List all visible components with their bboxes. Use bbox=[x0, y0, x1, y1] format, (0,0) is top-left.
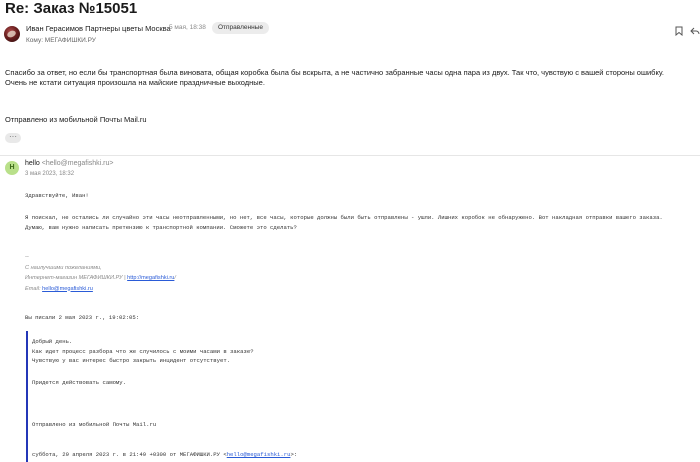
quoted-body: Я поискал, не остались ли случайно эти ч… bbox=[25, 213, 695, 233]
email-subject: Re: Заказ №15051 bbox=[5, 0, 138, 17]
folder-badge[interactable]: Отправленные bbox=[212, 22, 269, 34]
quoted-sender-name: hello bbox=[25, 160, 40, 167]
message-header: Иван Герасимов Партнеры цветы Москва 5 м… bbox=[4, 22, 700, 48]
quoted-sender[interactable]: hello <hello@megafishki.ru> bbox=[25, 160, 113, 167]
signature-email: Email: hello@megafishki.ru bbox=[25, 285, 93, 292]
nested-mobile-signature: Отправлено из мобильной Почты Mail.ru bbox=[32, 421, 157, 428]
signature-dash: -- bbox=[25, 254, 29, 260]
quote-bar bbox=[26, 331, 28, 462]
avatar[interactable] bbox=[4, 26, 20, 42]
signature-regards: С наилучшими пожеланиями, bbox=[25, 264, 102, 271]
quoted-sender-address: <hello@megafishki.ru> bbox=[41, 160, 114, 167]
message-line: Очень не кстати ситуация произошла на ма… bbox=[5, 78, 265, 87]
shop-link[interactable]: http://megafishki.ru bbox=[127, 275, 174, 281]
recipient-line[interactable]: Кому: МЕГАФИШКИ.РУ bbox=[26, 37, 96, 44]
signature-shop: Интернет-магазин МЕГАФИШКИ.РУ | http://m… bbox=[25, 275, 176, 281]
mobile-signature: Отправлено из мобильной Почты Mail.ru bbox=[5, 115, 147, 124]
message-body: Спасибо за ответ, но если бы транспортна… bbox=[5, 68, 695, 88]
email-link[interactable]: hello@megafishki.ru bbox=[227, 451, 291, 458]
quoted-paragraph: Думаю, вам нужно написать претензию к тр… bbox=[25, 224, 297, 231]
nested-quote: Добрый день. Как идет процесс разбора чт… bbox=[32, 338, 254, 364]
quote-header: Вы писали 2 мая 2023 г., 19:02:05: bbox=[25, 314, 140, 321]
sender-name[interactable]: Иван Герасимов Партнеры цветы Москва bbox=[26, 24, 171, 33]
divider bbox=[0, 155, 700, 156]
show-quote-button[interactable]: ··· bbox=[5, 133, 21, 143]
avatar[interactable]: H bbox=[5, 161, 19, 175]
bookmark-icon[interactable] bbox=[674, 26, 684, 37]
message-date: 5 мая, 18:38 bbox=[169, 24, 206, 31]
nested-quote-line: Придется действовать самому. bbox=[32, 379, 126, 386]
shop-signature: -- С наилучшими пожеланиями, Интернет-ма… bbox=[25, 252, 176, 294]
quoted-greeting: Здравствуйте, Иван! bbox=[25, 192, 89, 199]
email-link[interactable]: hello@megafishki.ru bbox=[42, 286, 93, 292]
quoted-paragraph: Я поискал, не остались ли случайно эти ч… bbox=[25, 214, 663, 221]
quoted-date: 3 мая 2023, 18:32 bbox=[25, 171, 75, 177]
message-line: Спасибо за ответ, но если бы транспортна… bbox=[5, 68, 664, 77]
nested-quote-header: суббота, 29 апреля 2023 г. в 21:49 +0300… bbox=[32, 451, 298, 458]
reply-icon[interactable] bbox=[690, 26, 700, 36]
